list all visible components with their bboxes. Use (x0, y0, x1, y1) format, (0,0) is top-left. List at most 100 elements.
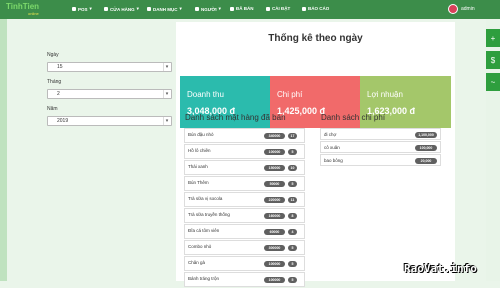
cost-name: cô xuân (324, 145, 340, 150)
watermark: RaoVat.info (404, 262, 477, 275)
item-name: Bún Thêm (188, 180, 209, 185)
amount-badge: 100000 (264, 149, 285, 155)
year-label: Năm (47, 106, 58, 112)
amount-badge: 50000 (264, 181, 285, 187)
cart-icon (230, 6, 234, 11)
month-select[interactable]: 2 ▾ (47, 89, 172, 99)
list-item: cô xuân 100,000 (320, 141, 441, 153)
right-sidebar: + $ ~ (486, 19, 500, 281)
day-label: Ngày (47, 52, 59, 58)
qty-badge: 5 (288, 181, 297, 187)
list-item: Đĩa cá tôm viên 60000 4 (184, 224, 305, 239)
sold-list: Bún đậu nhỏ 340000 17 Hồ lô chiên 100000 5 Thá… (184, 128, 305, 288)
qty-badge: 5 (288, 277, 297, 283)
user-icon (195, 7, 199, 11)
list-item: Combo nhỏ 300000 5 (184, 240, 305, 255)
item-name: Bún đậu nhỏ (188, 132, 214, 137)
year-select[interactable]: 2019 ▾ (47, 116, 172, 126)
month-value: 2 (57, 91, 60, 97)
item-name: Thái xanh (188, 164, 208, 169)
card-label: Chi phí (277, 90, 303, 99)
user-menu[interactable]: admin (448, 4, 475, 14)
qty-badge: 5 (288, 149, 297, 155)
cost-name: đi chợ (324, 132, 337, 137)
chart-icon (302, 6, 306, 11)
item-name: Đĩa cá tôm viên (188, 228, 220, 233)
qty-badge: 11 (288, 197, 297, 203)
item-name: Combo nhỏ (188, 244, 212, 249)
cost-list: đi chợ 1,100,000 cô xuân 100,000 bao bông 20,… (320, 128, 441, 167)
left-edge (0, 19, 7, 281)
nav-item-bao-cao[interactable]: BÁO CÁO (302, 6, 329, 11)
amount-badge: 150000 (264, 165, 285, 171)
amount-badge: 160000 (264, 213, 285, 219)
nav-label: CỬA HÀNG (110, 6, 135, 12)
card-label: Doanh thu (187, 90, 224, 99)
amount-badge: 340000 (264, 133, 285, 139)
nav-item-nguoi[interactable]: NGƯỜI ▾ (195, 6, 221, 12)
avatar (448, 4, 458, 14)
top-navbar: TinhTien online POS ▾ CỬA HÀNG ▾ DANH MỤ… (0, 0, 500, 19)
list-icon (147, 7, 151, 11)
qty-badge: 4 (288, 229, 297, 235)
list-item: Trà sữa truyền thống 160000 8 (184, 208, 305, 223)
store-icon (104, 7, 108, 11)
amount-badge: 100,000 (415, 145, 437, 151)
year-value: 2019 (57, 118, 69, 124)
nav-item-danh-muc[interactable]: DANH MỤC ▾ (147, 6, 182, 12)
amount-badge: 220000 (264, 197, 285, 203)
brand-logo[interactable]: TinhTien (6, 2, 39, 11)
amount-badge: 1,100,000 (415, 132, 437, 138)
qty-badge: 17 (288, 133, 297, 139)
list-item: bao bông 20,000 (320, 154, 441, 166)
list-item: Trà sữa vị socola 220000 11 (184, 192, 305, 207)
grid-icon (72, 7, 76, 11)
item-name: Hồ lô chiên (188, 148, 211, 153)
qty-badge: 10 (288, 165, 297, 171)
nav-item-cai-dat[interactable]: CÀI ĐẶT (266, 6, 290, 11)
list-item: Bún Thêm 50000 5 (184, 176, 305, 191)
chevron-down-icon: ▾ (163, 117, 170, 125)
day-value: 15 (57, 64, 63, 70)
plus-icon: + (490, 33, 496, 43)
qty-badge: 5 (288, 261, 297, 267)
nav-label: POS (78, 6, 88, 12)
cost-list-title: Danh sách chi phí (321, 113, 386, 122)
nav-label: NGƯỜI (201, 6, 217, 12)
nav-item-pos[interactable]: POS ▾ (72, 6, 92, 12)
nav-item-cua-hang[interactable]: CỬA HÀNG ▾ (104, 6, 139, 12)
amount-badge: 20,000 (415, 158, 437, 164)
qty-badge: 8 (288, 213, 297, 219)
list-item: Chân gà 100000 5 (184, 256, 305, 271)
chevron-down-icon: ▾ (163, 63, 170, 71)
chart-line-icon: ~ (490, 77, 496, 87)
user-name: admin (461, 6, 475, 12)
list-item: Hồ lô chiên 100000 5 (184, 144, 305, 159)
nav-item-da-ban[interactable]: ĐÃ BÁN (230, 6, 254, 11)
sidebar-button-3[interactable]: ~ (486, 73, 500, 91)
amount-badge: 60000 (264, 229, 285, 235)
item-name: Chân gà (188, 260, 206, 265)
amount-badge: 300000 (264, 245, 285, 251)
nav-label: CÀI ĐẶT (272, 6, 291, 11)
nav-label: DANH MỤC (153, 6, 178, 12)
qty-badge: 5 (288, 245, 297, 251)
amount-badge: 100000 (264, 261, 285, 267)
add-button[interactable]: + (486, 29, 500, 47)
item-name: Trà sữa vị socola (188, 196, 223, 201)
list-item: đi chợ 1,100,000 (320, 128, 441, 140)
item-name: Trà sữa truyền thống (188, 212, 230, 217)
report-panel: Thống kê theo ngày Doanh thu 3,048,000 đ… (176, 22, 455, 287)
nav-label: BÁO CÁO (308, 6, 330, 11)
cost-name: bao bông (324, 158, 343, 163)
card-label: Lợi nhuận (367, 90, 403, 99)
amount-badge: 100000 (264, 277, 285, 283)
day-select[interactable]: 15 ▾ (47, 62, 172, 72)
item-name: Bánh tráng trộn (188, 276, 220, 281)
month-label: Tháng (47, 79, 62, 85)
chevron-down-icon: ▾ (163, 90, 170, 98)
sidebar-button-2[interactable]: $ (486, 51, 500, 69)
list-item: Bún đậu nhỏ 340000 17 (184, 128, 305, 143)
list-item: Thái xanh 150000 10 (184, 160, 305, 175)
page-title: Thống kê theo ngày (268, 33, 363, 44)
